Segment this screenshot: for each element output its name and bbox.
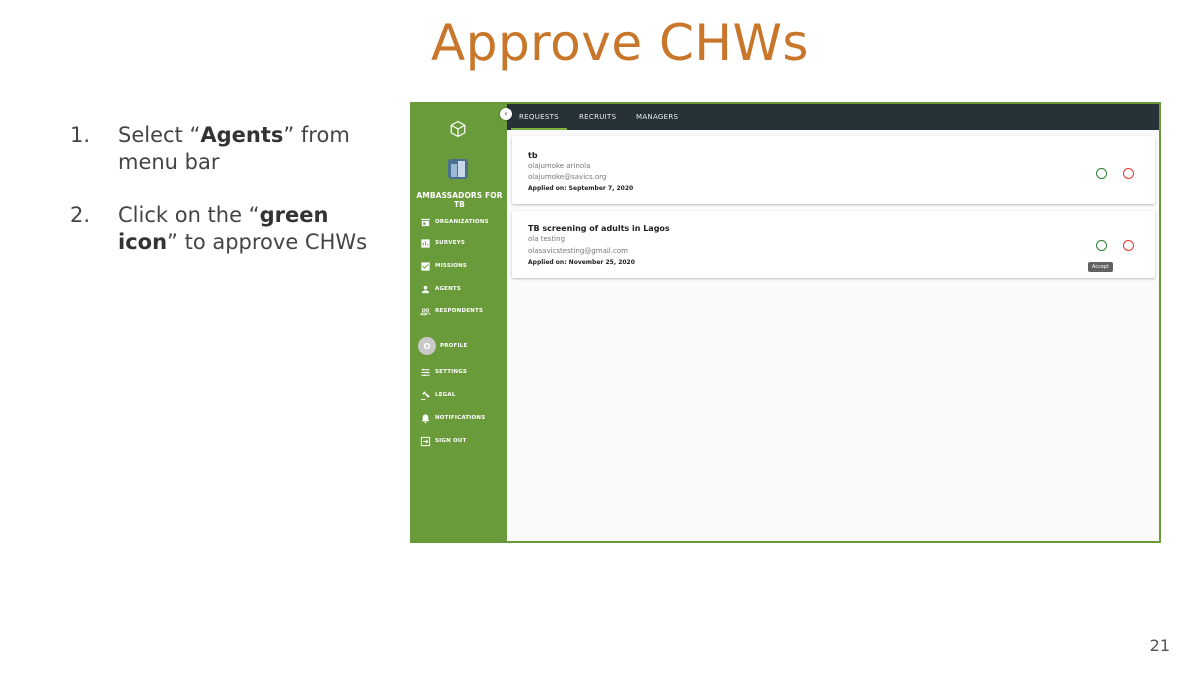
sidebar-item-label: LEGAL <box>435 392 456 398</box>
accept-tooltip: Accept <box>1088 262 1114 272</box>
sign-out-icon <box>420 436 431 446</box>
check-box-icon <box>421 261 430 271</box>
step-text: Click on the “green icon” to approve CHW… <box>118 202 380 256</box>
reject-icon[interactable] <box>1123 240 1134 251</box>
sidebar-item-label: RESPONDENTS <box>435 308 484 314</box>
step-item: 1. Select “Agents” from menu bar <box>70 122 380 176</box>
bar-chart-icon <box>421 238 430 248</box>
step-text-pre: Click on the “ <box>118 203 260 227</box>
cube-logo-icon <box>450 120 466 138</box>
sidebar-item-label: MISSIONS <box>435 263 468 269</box>
page-number: 21 <box>1149 636 1170 655</box>
accept-icon[interactable] <box>1096 240 1107 251</box>
avatar: O <box>418 337 436 355</box>
sliders-icon <box>421 368 430 376</box>
sidebar-item-label: SETTINGS <box>435 369 468 375</box>
step-text-post: ” to approve CHWs <box>167 230 368 254</box>
sidebar-item-organizations[interactable]: ORGANIZATIONS <box>420 215 489 229</box>
organization-name: AMBASSADORS FOR TB <box>416 191 503 209</box>
tab-requests[interactable]: REQUESTS <box>511 104 567 130</box>
sidebar-item-label: AGENTS <box>435 286 462 292</box>
step-number: 2. <box>70 203 91 227</box>
sidebar-item-label: SIGN OUT <box>435 438 467 444</box>
request-title: tb <box>528 151 538 160</box>
app-screenshot: AMBASSADORS FOR TB ORGANIZATIONS SURVEYS… <box>410 102 1161 543</box>
sidebar-item-label: ORGANIZATIONS <box>435 219 489 225</box>
request-agent-name: ola testing <box>528 235 566 243</box>
sidebar-item-notifications[interactable]: NOTIFICATIONS <box>420 411 485 425</box>
sidebar-item-sign-out[interactable]: SIGN OUT <box>420 434 467 448</box>
tab-recruits[interactable]: RECRUITS <box>579 104 616 130</box>
sidebar-item-label: NOTIFICATIONS <box>435 415 486 421</box>
sidebar: AMBASSADORS FOR TB ORGANIZATIONS SURVEYS… <box>412 104 507 541</box>
request-title: TB screening of adults in Lagos <box>528 224 670 233</box>
request-applied-date: Applied on: September 7, 2020 <box>528 185 634 192</box>
sidebar-item-profile[interactable]: O PROFILE <box>418 337 468 355</box>
step-item: 2. Click on the “green icon” to approve … <box>70 202 380 256</box>
sidebar-item-surveys[interactable]: SURVEYS <box>420 236 465 250</box>
reject-icon[interactable] <box>1123 168 1134 179</box>
tab-managers[interactable]: MANAGERS <box>636 104 678 130</box>
sidebar-item-legal[interactable]: LEGAL <box>420 388 456 402</box>
request-agent-email: olajumoke@savics.org <box>528 173 607 181</box>
tab-bar: REQUESTS RECRUITS MANAGERS <box>507 104 1159 130</box>
store-icon <box>421 218 430 226</box>
gavel-icon <box>420 390 430 400</box>
request-agent-name: olajumoke arinola <box>528 162 591 170</box>
step-text-pre: Select “ <box>118 123 201 147</box>
request-card: TB screening of adults in Lagos ola test… <box>512 211 1155 278</box>
request-card: tb olajumoke arinola olajumoke@savics.or… <box>512 136 1155 204</box>
sidebar-item-label: SURVEYS <box>435 240 466 246</box>
step-text-bold: Agents <box>200 123 284 147</box>
instruction-steps: 1. Select “Agents” from menu bar 2. Clic… <box>70 122 380 282</box>
people-icon <box>420 307 431 315</box>
slide-title: Approve CHWs <box>431 14 809 72</box>
request-applied-date: Applied on: November 25, 2020 <box>528 259 635 266</box>
sidebar-item-agents[interactable]: AGENTS <box>420 282 461 296</box>
step-number: 1. <box>70 123 91 147</box>
sidebar-item-label: PROFILE <box>440 343 468 349</box>
sidebar-item-missions[interactable]: MISSIONS <box>420 259 467 273</box>
sidebar-item-respondents[interactable]: RESPONDENTS <box>420 304 483 318</box>
bell-icon <box>421 413 430 423</box>
organization-avatar[interactable] <box>448 159 468 179</box>
person-icon <box>421 285 430 293</box>
collapse-sidebar-button[interactable]: ‹ <box>500 108 512 120</box>
sidebar-item-settings[interactable]: SETTINGS <box>420 365 467 379</box>
step-text: Select “Agents” from menu bar <box>118 122 380 176</box>
request-agent-email: olasavicstesting@gmail.com <box>528 247 628 255</box>
accept-icon[interactable] <box>1096 168 1107 179</box>
